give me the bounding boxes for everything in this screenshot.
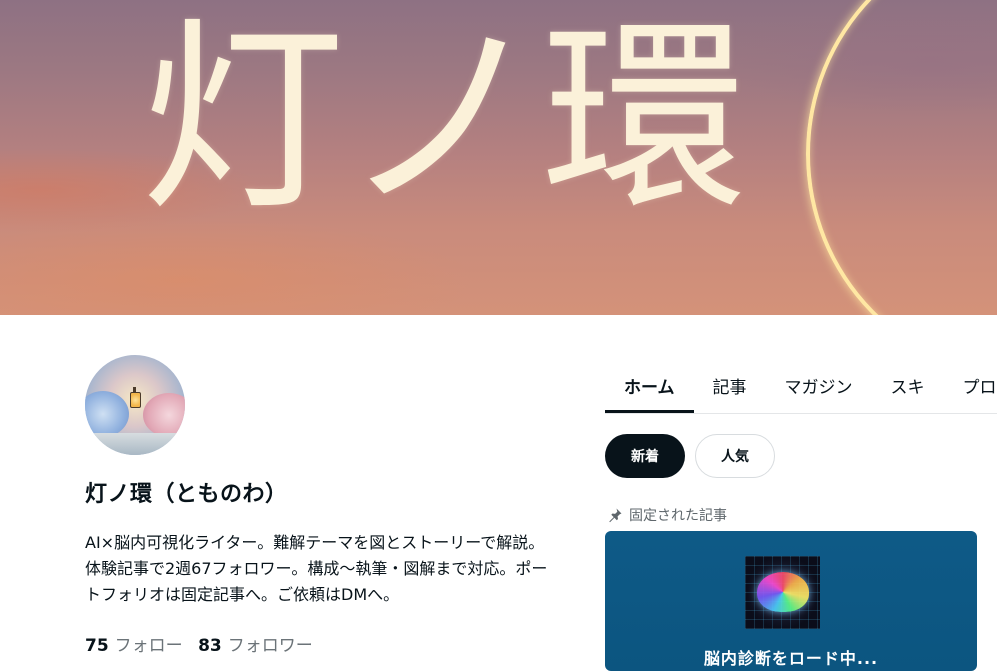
banner-ring-decoration: [806, 0, 997, 315]
followers-label: フォロワー: [228, 636, 313, 656]
avatar-cloud-right: [143, 393, 185, 437]
pin-icon: [607, 507, 623, 523]
followers-count: 83: [198, 636, 222, 656]
profile-bio: AI×脳内可視化ライター。難解テーマを図とストーリーで解説。体験記事で2週67フ…: [85, 530, 560, 608]
tab-profile[interactable]: プロフィール: [944, 355, 997, 413]
tab-articles[interactable]: 記事: [694, 355, 766, 413]
header-banner: 灯ノ環: [0, 0, 997, 315]
tab-home[interactable]: ホーム: [605, 355, 694, 413]
pinned-label-text: 固定された記事: [629, 505, 727, 525]
banner-title: 灯ノ環: [140, 0, 743, 240]
profile-name: 灯ノ環（とものわ）: [85, 476, 288, 508]
following-link[interactable]: 75 フォロー: [85, 636, 193, 656]
brain-icon: [757, 572, 809, 612]
followers-link[interactable]: 83 フォロワー: [198, 636, 323, 656]
lantern-icon: [130, 392, 141, 408]
pinned-article-card[interactable]: 脳内診断をロード中...: [605, 531, 977, 671]
avatar[interactable]: [85, 355, 185, 455]
filter-popular-button[interactable]: 人気: [695, 434, 775, 478]
profile-tabs: ホーム 記事 マガジン スキ プロフィール: [605, 355, 997, 414]
avatar-cloud-left: [85, 391, 129, 437]
follow-stats: 75 フォロー 83 フォロワー: [85, 631, 323, 656]
pinned-section-label: 固定された記事: [607, 505, 727, 525]
filter-new-button[interactable]: 新着: [605, 434, 685, 478]
avatar-ground: [85, 433, 185, 455]
tab-magazines[interactable]: マガジン: [766, 355, 872, 413]
following-count: 75: [85, 636, 109, 656]
article-title: 脳内診断をロード中...: [605, 645, 977, 669]
article-thumbnail: [745, 556, 820, 629]
following-label: フォロー: [115, 636, 183, 656]
tab-likes[interactable]: スキ: [872, 355, 944, 413]
